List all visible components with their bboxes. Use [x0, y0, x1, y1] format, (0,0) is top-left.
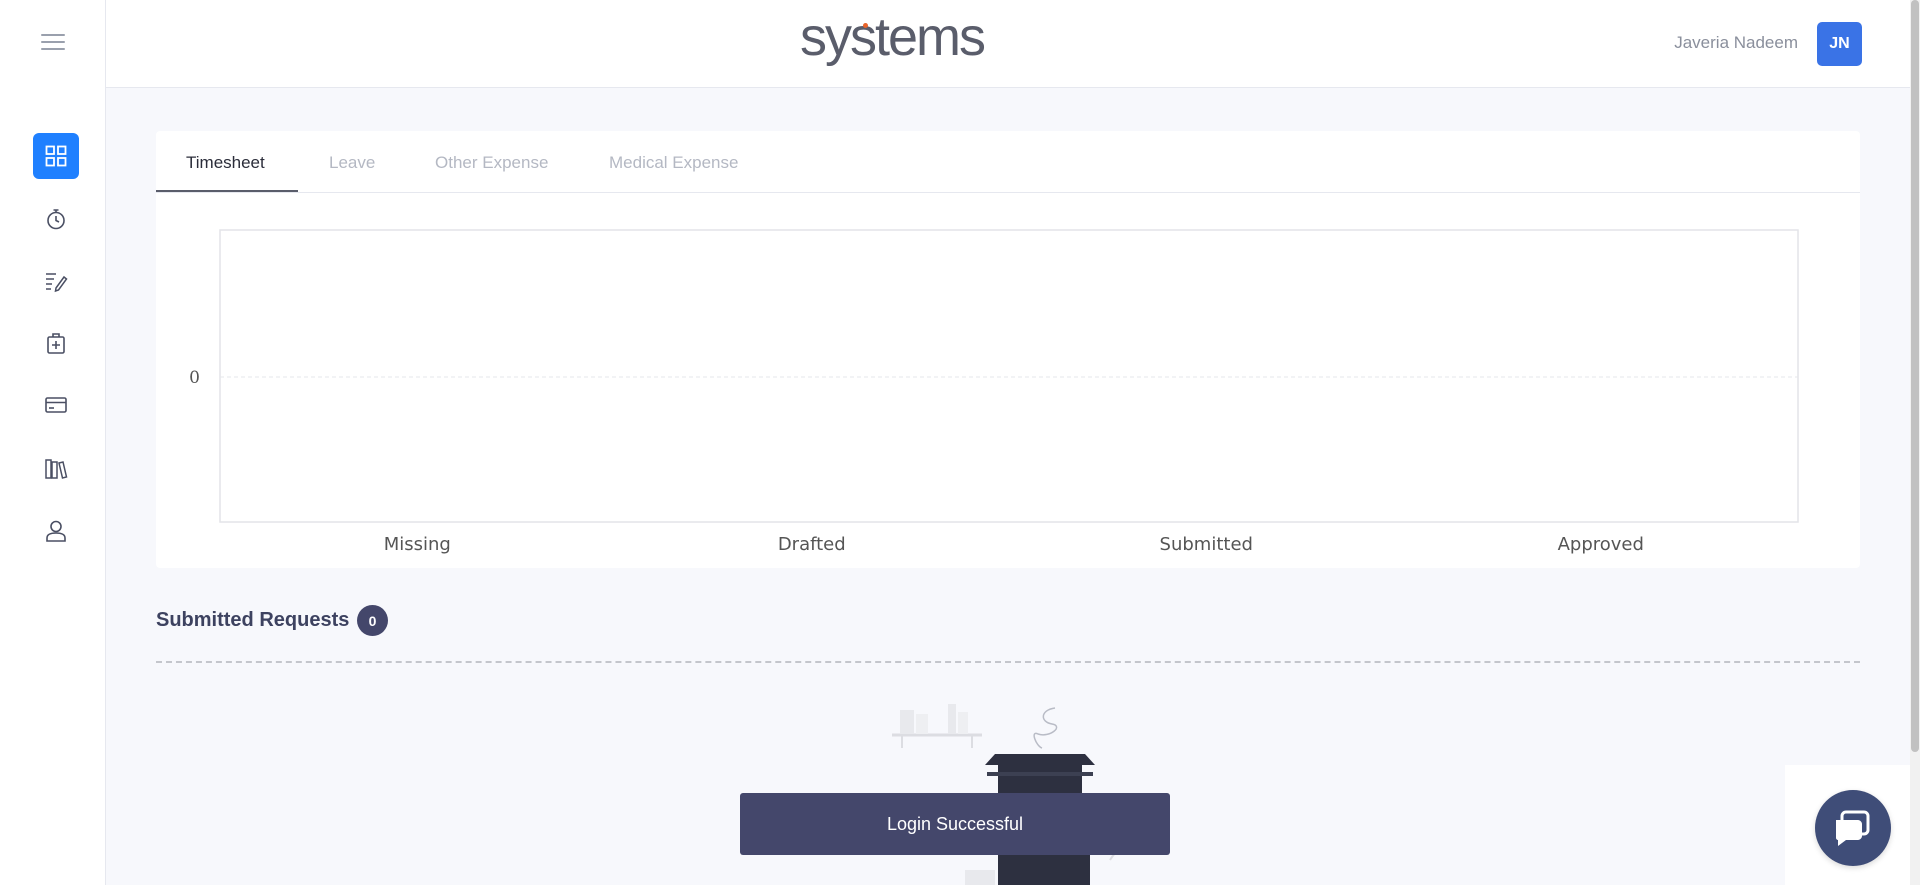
sidebar-item-timer[interactable]: [33, 196, 79, 242]
sidebar-item-timesheet[interactable]: [33, 258, 79, 304]
sidebar: [0, 0, 106, 885]
tab-timesheet[interactable]: Timesheet: [186, 153, 265, 173]
section-divider: [156, 661, 1860, 663]
briefcase-medical-icon: [47, 333, 65, 354]
user-name[interactable]: Javeria Nadeem: [1674, 33, 1798, 53]
scrollbar[interactable]: [1910, 0, 1920, 885]
login-success-toast: Login Successful: [740, 793, 1170, 855]
chat-bubble-icon: [1836, 810, 1870, 846]
dashboard-card: Timesheet Leave Other Expense Medical Ex…: [156, 131, 1860, 568]
avatar[interactable]: JN: [1817, 22, 1862, 66]
stopwatch-icon: [47, 209, 65, 230]
dashboard-grid-icon: [45, 145, 67, 167]
sidebar-item-library[interactable]: [33, 445, 79, 491]
timesheet-edit-icon: [46, 273, 68, 293]
tab-other-expense[interactable]: Other Expense: [435, 153, 548, 173]
timesheet-status-chart: 0 Missing Drafted Submitted Approved: [156, 193, 1860, 568]
sidebar-item-profile[interactable]: [33, 508, 79, 554]
sidebar-item-dashboard[interactable]: [33, 133, 79, 179]
user-icon: [46, 520, 66, 542]
credit-card-icon: [45, 397, 67, 413]
y-tick-label: 0: [189, 368, 200, 388]
hamburger-menu-icon[interactable]: [41, 34, 65, 52]
chat-button[interactable]: [1815, 790, 1891, 866]
plot-area-border: [219, 229, 1799, 523]
tab-bar: Timesheet Leave Other Expense Medical Ex…: [156, 131, 1860, 193]
scrollbar-thumb[interactable]: [1911, 0, 1919, 752]
sidebar-item-medical[interactable]: [33, 320, 79, 366]
tab-leave[interactable]: Leave: [329, 153, 375, 173]
tab-medical-expense[interactable]: Medical Expense: [609, 153, 738, 173]
chart-svg: 0 Missing Drafted Submitted Approved: [189, 229, 1799, 555]
x-category-label-submitted: Submitted: [1160, 534, 1253, 555]
submitted-requests-title: Submitted Requests: [156, 609, 350, 631]
logo-dot-icon: [863, 23, 868, 28]
logo-text: systems: [800, 7, 986, 67]
books-icon: [45, 459, 68, 479]
app-logo: systems: [800, 6, 986, 68]
submitted-requests-count-badge: 0: [357, 605, 388, 636]
x-category-label-missing: Missing: [384, 534, 451, 555]
top-bar: systems Javeria Nadeem JN: [106, 0, 1910, 88]
active-tab-indicator: [156, 190, 298, 192]
sidebar-item-expense[interactable]: [33, 382, 79, 428]
x-category-label-approved: Approved: [1558, 534, 1644, 555]
x-category-label-drafted: Drafted: [778, 534, 846, 555]
